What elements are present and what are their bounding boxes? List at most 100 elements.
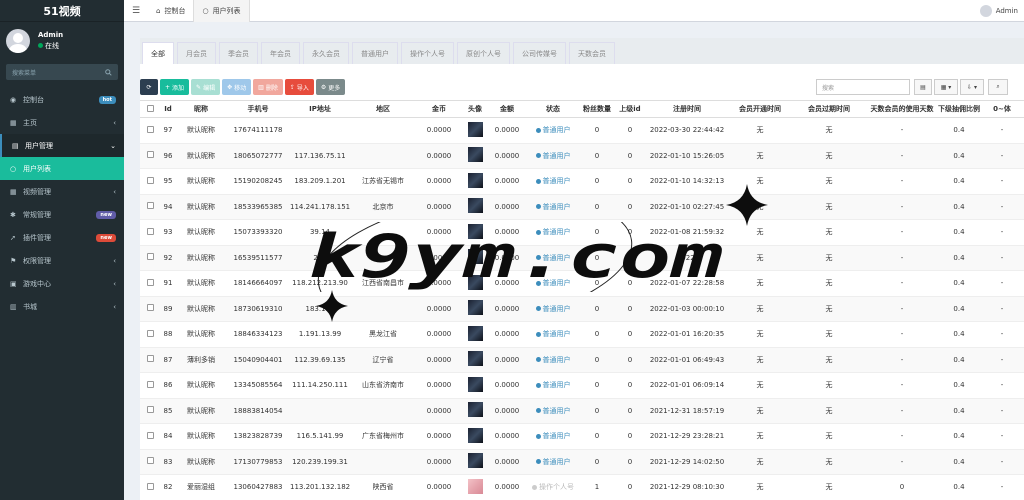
column-header[interactable]: 下级抽佣比例 <box>938 100 980 118</box>
avatar-thumbnail[interactable] <box>467 223 483 239</box>
filter-tab-1[interactable]: 月会员 <box>177 42 216 64</box>
cell-status[interactable]: 普通用户 <box>526 245 580 271</box>
sidebar-item-8[interactable]: ▣ 游戏中心 ‹ <box>0 272 124 295</box>
avatar-thumbnail[interactable] <box>467 147 483 163</box>
cell-avatar[interactable] <box>462 398 488 424</box>
sidebar-item-7[interactable]: ⚑ 权限管理 ‹ <box>0 249 124 272</box>
cell-avatar[interactable] <box>462 168 488 195</box>
cell-avatar[interactable] <box>462 245 488 271</box>
sidebar-item-0[interactable]: ◉ 控制台 hot <box>0 88 124 111</box>
brand-logo[interactable]: 51视频 <box>0 0 124 22</box>
cell-avatar[interactable] <box>462 449 488 475</box>
column-header[interactable]: 昵称 <box>176 100 226 118</box>
row-checkbox[interactable] <box>140 245 160 271</box>
search-icon[interactable]: ⌕ <box>988 79 1008 95</box>
cell-avatar[interactable] <box>462 474 488 500</box>
table-row[interactable]: 93 默认昵称 15073393320 39.14 0.0000 0.0000 普通用户 0 0… <box>140 219 1024 246</box>
cell-amount[interactable]: 0.0000 <box>488 270 526 297</box>
sidebar-item-5[interactable]: ✱ 常规管理 new <box>0 203 124 226</box>
column-header[interactable]: 上级id <box>614 100 646 118</box>
row-checkbox[interactable] <box>140 347 160 373</box>
row-checkbox[interactable] <box>140 168 160 195</box>
table-row[interactable]: 96 默认昵称 18065072777 117.136.75.11 0.0000 0.00… <box>140 143 1024 169</box>
cell-amount[interactable]: 0.0000 <box>488 398 526 424</box>
cell-avatar[interactable] <box>462 143 488 169</box>
sidebar-item-2[interactable]: ▤ 用户管理 ⌄ <box>0 134 124 157</box>
cell-status[interactable]: 普通用户 <box>526 296 580 322</box>
filter-tab-4[interactable]: 永久会员 <box>303 42 349 64</box>
cell-status[interactable]: 普通用户 <box>526 194 580 220</box>
sidebar-item-4[interactable]: ▦ 视频管理 ‹ <box>0 180 124 203</box>
sidebar-item-9[interactable]: ▥ 书城 ‹ <box>0 295 124 318</box>
column-header[interactable]: 状态 <box>526 100 580 118</box>
avatar-thumbnail[interactable] <box>467 325 483 341</box>
cell-avatar[interactable] <box>462 372 488 399</box>
chevron-icon[interactable]: ⌄ <box>110 142 116 150</box>
cell-status[interactable]: 普通用户 <box>526 423 580 450</box>
filter-tab-3[interactable]: 年会员 <box>261 42 300 64</box>
row-checkbox[interactable] <box>140 372 160 399</box>
move-button[interactable]: ✥ 移动 <box>222 79 252 95</box>
avatar-thumbnail[interactable] <box>467 300 483 316</box>
column-header[interactable]: 0~体 <box>980 100 1024 118</box>
cell-amount[interactable]: 0.0000 <box>488 449 526 475</box>
table-row[interactable]: 89 默认昵称 18730619310 183.199 0.0000 0.0000 普通用户… <box>140 296 1024 322</box>
avatar-thumbnail[interactable] <box>467 249 483 265</box>
cell-avatar[interactable] <box>462 296 488 322</box>
cell-amount[interactable]: 0.0000 <box>488 168 526 195</box>
avatar-thumbnail[interactable] <box>467 478 483 494</box>
avatar-thumbnail[interactable] <box>467 427 483 443</box>
import-button[interactable]: ⇪ 导入 <box>284 79 314 95</box>
edit-button[interactable]: ✎ 编辑 <box>191 79 221 95</box>
column-header[interactable]: 手机号 <box>226 100 290 118</box>
cell-status[interactable]: 普通用户 <box>526 449 580 475</box>
cell-avatar[interactable] <box>462 219 488 246</box>
filter-tab-0[interactable]: 全部 <box>142 42 174 64</box>
cell-amount[interactable]: 0.0000 <box>488 321 526 348</box>
column-header[interactable]: 地区 <box>350 100 416 118</box>
cell-status[interactable]: 普通用户 <box>526 398 580 424</box>
cell-amount[interactable]: 0.0000 <box>488 117 526 144</box>
filter-tab-6[interactable]: 操作个人号 <box>401 42 454 64</box>
chevron-icon[interactable]: ‹ <box>113 257 116 265</box>
avatar-thumbnail[interactable] <box>467 121 483 137</box>
table-row[interactable]: 92 默认昵称 16539511577 223 0.0000 0.0000 普通用户 0 0 20… <box>140 245 1024 271</box>
table-row[interactable]: 91 默认昵称 18146664097 118.212.213.90 江西省南昌市 0.0… <box>140 270 1024 297</box>
cell-amount[interactable]: 0.0000 <box>488 423 526 450</box>
columns-dropdown-icon[interactable]: ▦ ▾ <box>934 79 958 95</box>
toggle-view-icon[interactable]: ▤ <box>914 79 932 95</box>
sidebar-item-1[interactable]: ▦ 主页 ‹ <box>0 111 124 134</box>
cell-avatar[interactable] <box>462 321 488 348</box>
row-checkbox[interactable] <box>140 296 160 322</box>
avatar-thumbnail[interactable] <box>467 172 483 188</box>
cell-status[interactable]: 普通用户 <box>526 321 580 348</box>
filter-tab-2[interactable]: 季会员 <box>219 42 258 64</box>
column-header[interactable]: 金币 <box>416 100 462 118</box>
chevron-icon[interactable]: ‹ <box>113 188 116 196</box>
avatar-thumbnail[interactable] <box>467 274 483 290</box>
top-user[interactable]: Admin <box>979 5 1018 17</box>
column-header[interactable]: 会员过期时间 <box>792 100 866 118</box>
hamburger-menu-icon[interactable]: ☰ <box>124 6 148 16</box>
filter-tab-8[interactable]: 公司传媒号 <box>513 42 566 64</box>
sidebar-search-input[interactable]: 搜索菜单 <box>6 64 118 80</box>
row-checkbox[interactable] <box>140 321 160 348</box>
export-dropdown-icon[interactable]: ⇩ ▾ <box>960 79 984 95</box>
avatar-thumbnail[interactable] <box>467 351 483 367</box>
row-checkbox[interactable] <box>140 117 160 144</box>
more-button[interactable]: ⚙ 更多 <box>315 79 346 95</box>
column-header[interactable]: 粉丝数量 <box>580 100 614 118</box>
column-header[interactable]: 头像 <box>462 100 488 118</box>
select-all-checkbox[interactable] <box>140 100 160 118</box>
cell-status[interactable]: 普通用户 <box>526 117 580 144</box>
chevron-icon[interactable]: ‹ <box>113 119 116 127</box>
row-checkbox[interactable] <box>140 398 160 424</box>
refresh-button[interactable]: ⟳ <box>140 79 158 95</box>
cell-avatar[interactable] <box>462 270 488 297</box>
cell-status[interactable]: 普通用户 <box>526 372 580 399</box>
cell-amount[interactable]: 0.0000 <box>488 372 526 399</box>
table-search-input[interactable]: 搜索 <box>816 79 910 95</box>
top-tab-1[interactable]: ○ 用户列表 <box>193 0 250 22</box>
row-checkbox[interactable] <box>140 219 160 246</box>
filter-tab-5[interactable]: 普通用户 <box>352 42 398 64</box>
